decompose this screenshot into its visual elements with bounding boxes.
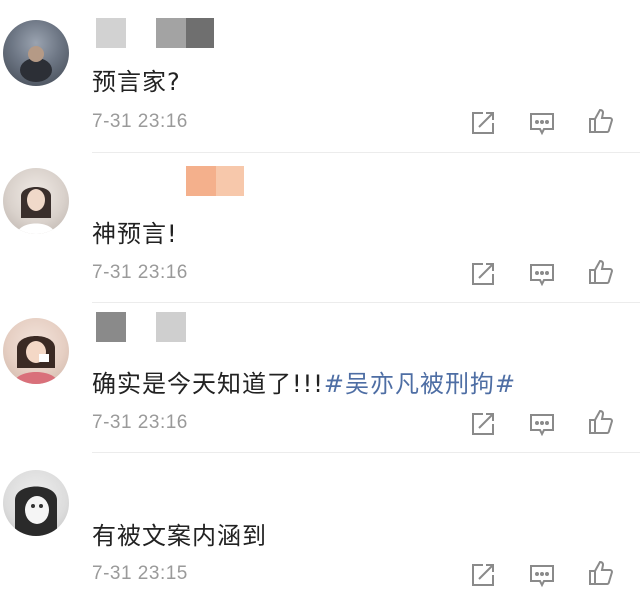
share-icon[interactable] — [469, 410, 497, 438]
like-icon[interactable] — [587, 107, 615, 135]
comment-text: 确实是今天知道了!!!#吴亦凡被刑拘# — [92, 370, 517, 398]
comment-time: 7-31 23:16 — [92, 262, 188, 283]
share-icon[interactable] — [469, 260, 497, 288]
avatar[interactable] — [3, 470, 69, 536]
comment-item: 确实是今天知道了!!!#吴亦凡被刑拘# 7-31 23:16 — [0, 302, 640, 452]
comment-time: 7-31 23:16 — [92, 111, 188, 132]
hashtag-link[interactable]: #吴亦凡被刑拘# — [324, 370, 516, 398]
comment-item: 预言家? 7-31 23:16 — [0, 0, 640, 150]
like-icon[interactable] — [587, 408, 615, 436]
like-icon[interactable] — [587, 258, 615, 286]
avatar[interactable] — [3, 318, 69, 384]
avatar[interactable] — [3, 168, 69, 234]
share-icon[interactable] — [469, 561, 497, 589]
comment-time: 7-31 23:16 — [92, 412, 188, 433]
comment-text: 预言家? — [92, 68, 181, 96]
comment-item: 有被文案内涵到 7-31 23:15 — [0, 452, 640, 613]
comment-text: 神预言! — [92, 220, 178, 248]
comment-icon[interactable] — [528, 410, 556, 438]
comment-icon[interactable] — [528, 260, 556, 288]
comment-icon[interactable] — [528, 109, 556, 137]
comment-item: 神预言! 7-31 23:16 — [0, 152, 640, 302]
comment-text: 有被文案内涵到 — [92, 522, 267, 550]
comment-icon[interactable] — [528, 561, 556, 589]
share-icon[interactable] — [469, 109, 497, 137]
comment-time: 7-31 23:15 — [92, 563, 188, 584]
like-icon[interactable] — [587, 559, 615, 587]
avatar[interactable] — [3, 20, 69, 86]
